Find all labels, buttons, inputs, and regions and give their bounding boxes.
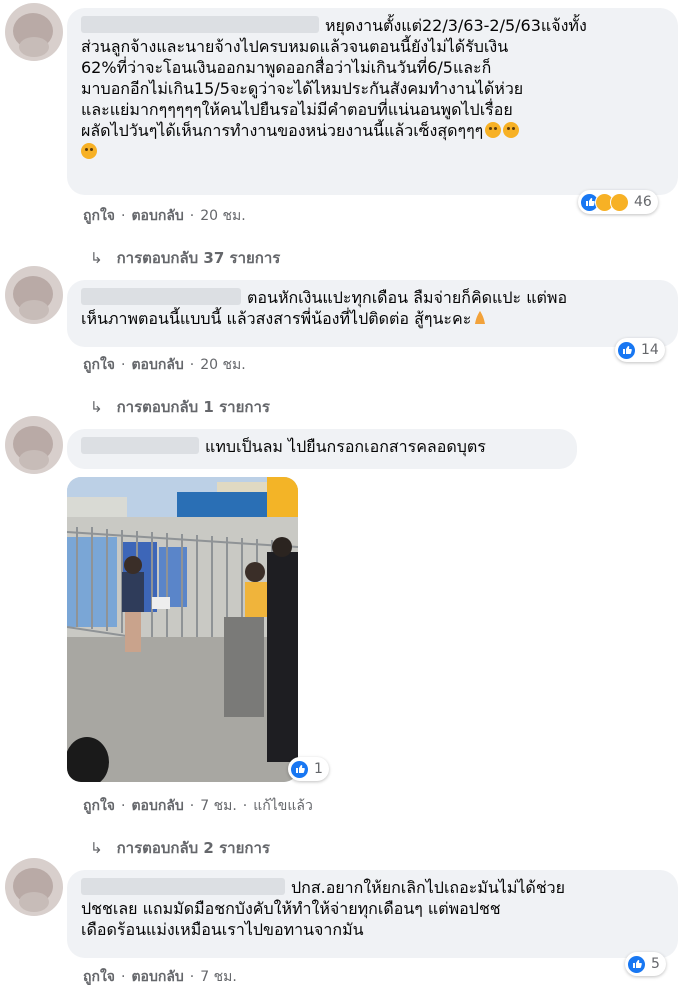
reaction-count: 14 [641, 342, 659, 358]
like-reaction-icon [290, 759, 309, 779]
like-reaction-icon [617, 340, 636, 360]
like-button[interactable]: ถูกใจ [83, 357, 115, 373]
care-reaction-icon [610, 192, 629, 212]
reply-button[interactable]: ตอบกลับ [131, 969, 183, 985]
like-button[interactable]: ถูกใจ [83, 969, 115, 985]
comment-photo[interactable] [67, 477, 298, 782]
avatar[interactable] [5, 266, 63, 324]
commenter-name[interactable] [81, 288, 241, 305]
commenter-name[interactable] [81, 16, 319, 33]
view-replies-link[interactable]: ↳ การตอบกลับ 37 รายการ [90, 246, 280, 270]
comment-bubble: ตอนหักเงินแปะทุกเดือน ลืมจ่ายก็คิดแปะ แต… [67, 280, 678, 347]
comment-bubble: ปกส.อยากให้ยกเลิกไปเถอะมันไม่ได้ช่วย ปชช… [67, 870, 678, 958]
crying-face-emoji [485, 122, 502, 138]
reaction-count: 5 [651, 956, 660, 972]
like-reaction-icon [627, 954, 646, 974]
reaction-count: 46 [634, 194, 652, 210]
reply-button[interactable]: ตอบกลับ [131, 798, 183, 814]
reply-button[interactable]: ตอบกลับ [131, 208, 183, 224]
replies-count-label: การตอบกลับ 37 รายการ [116, 249, 281, 267]
comment-bubble: แทบเป็นลม ไปยืนกรอกเอกสารคลอดบุตร [67, 429, 577, 469]
comment-actions: ถูกใจ · ตอบกลับ · 20 ชม. [83, 208, 246, 224]
replies-count-label: การตอบกลับ 1 รายการ [116, 398, 270, 416]
reply-arrow-icon: ↳ [90, 398, 103, 416]
crying-face-emoji [503, 122, 520, 138]
view-replies-link[interactable]: ↳ การตอบกลับ 1 รายการ [90, 395, 270, 419]
reaction-summary[interactable]: 14 [615, 338, 665, 362]
comment-time[interactable]: 7 ชม. [200, 798, 237, 814]
reply-arrow-icon: ↳ [90, 249, 103, 267]
comment-time[interactable]: 7 ชม. [200, 969, 237, 985]
comment-text: แทบเป็นลม ไปยืนกรอกเอกสารคลอดบุตร [205, 437, 486, 456]
reaction-count: 1 [314, 761, 323, 777]
like-button[interactable]: ถูกใจ [83, 208, 115, 224]
comment-actions: ถูกใจ · ตอบกลับ · 7 ชม. · แก้ไขแล้ว [83, 798, 313, 814]
comment-time[interactable]: 20 ชม. [200, 208, 245, 224]
comment-actions: ถูกใจ · ตอบกลับ · 7 ชม. [83, 969, 237, 985]
avatar[interactable] [5, 858, 63, 916]
photo-content [67, 477, 298, 782]
crying-face-emoji [81, 143, 97, 159]
reply-arrow-icon: ↳ [90, 839, 103, 857]
reaction-summary[interactable]: 5 [625, 952, 666, 976]
like-button[interactable]: ถูกใจ [83, 798, 115, 814]
avatar[interactable] [5, 416, 63, 474]
reply-button[interactable]: ตอบกลับ [131, 357, 183, 373]
commenter-name[interactable] [81, 437, 199, 454]
avatar[interactable] [5, 3, 63, 61]
commenter-name[interactable] [81, 878, 285, 895]
view-replies-link[interactable]: ↳ การตอบกลับ 2 รายการ [90, 836, 270, 860]
comment-actions: ถูกใจ · ตอบกลับ · 20 ชม. [83, 357, 246, 373]
edited-label[interactable]: แก้ไขแล้ว [253, 798, 313, 814]
replies-count-label: การตอบกลับ 2 รายการ [116, 839, 270, 857]
comment-time[interactable]: 20 ชม. [200, 357, 245, 373]
reaction-summary[interactable]: 1 [288, 757, 329, 781]
praying-hands-emoji [475, 311, 486, 324]
reaction-summary[interactable]: 46 [578, 190, 658, 214]
comment-bubble: หยุดงานตั้งแต่22/3/63-2/5/63แจ้งทั้ง ส่ว… [67, 8, 678, 195]
